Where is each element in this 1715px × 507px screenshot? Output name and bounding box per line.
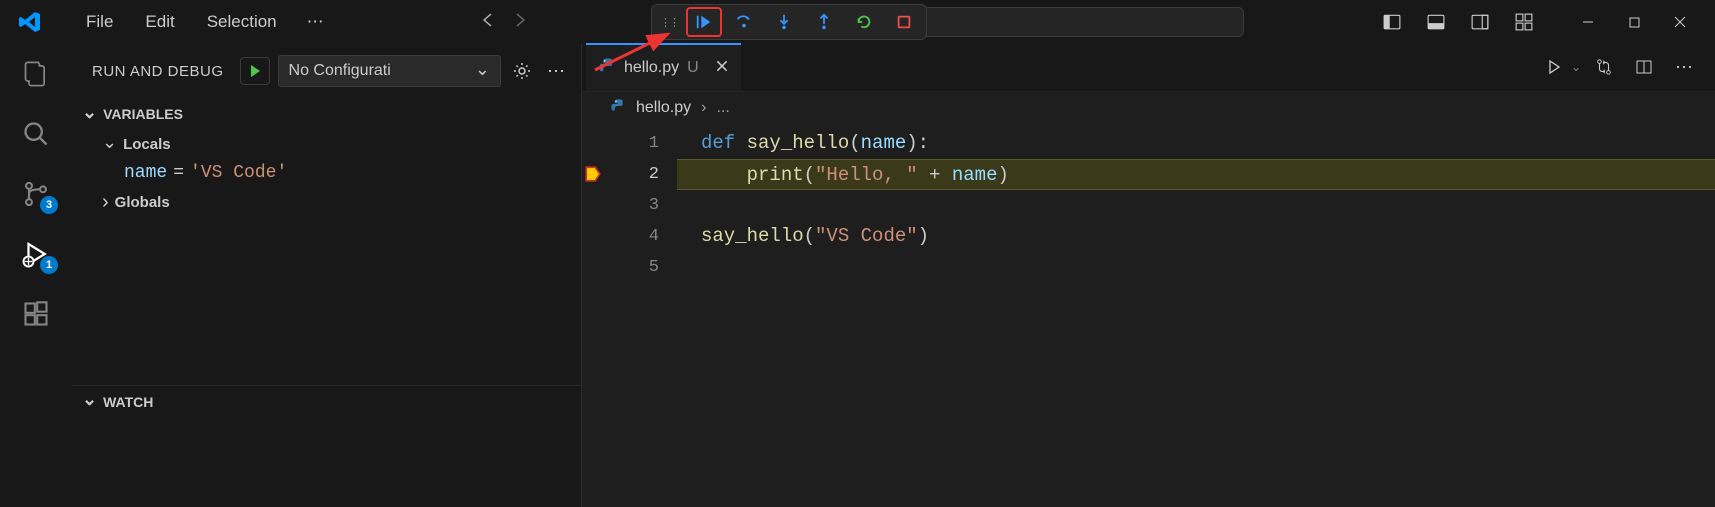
git-compare-icon[interactable] [1587,52,1621,82]
menu-bar: File Edit Selection [70,6,293,38]
var-key: name [124,163,167,183]
layout-panel-right-icon[interactable] [1461,7,1499,37]
split-editor-icon[interactable] [1627,52,1661,82]
breadcrumb-more: ... [716,99,729,117]
tab-close-icon[interactable] [715,59,729,78]
code-editor[interactable]: 1 2 3 4 5 def say_hello(name): print("He… [582,124,1715,507]
code-line [677,252,1715,283]
breadcrumb-file: hello.py [636,99,691,117]
line-number: 3 [602,190,677,221]
debug-settings-gear-icon[interactable] [509,61,535,81]
start-debugging-button[interactable] [240,57,270,85]
debug-continue-button[interactable] [686,7,722,37]
activity-extensions[interactable] [20,298,52,330]
watch-section-header[interactable]: WATCH [72,385,581,417]
watch-label: WATCH [103,394,153,410]
editor-area: hello.py U ⌄ ⋯ hello.py › ... [582,44,1715,507]
nav-history [478,10,530,35]
locals-label: Locals [123,136,171,153]
activity-search[interactable] [20,118,52,150]
code-line [677,190,1715,221]
variable-name-row[interactable]: name = 'VS Code' [72,159,581,187]
breadcrumb-separator: › [701,99,706,117]
menu-edit[interactable]: Edit [129,6,190,38]
variables-label: VARIABLES [103,106,183,122]
line-number: 1 [602,128,677,159]
debug-step-over-button[interactable] [726,7,762,37]
var-value: 'VS Code' [190,163,287,183]
var-eq: = [173,163,184,183]
code-line-current: print("Hello, " + name) [677,159,1715,190]
debug-badge: 1 [40,256,58,274]
activity-bar: 3 1 [0,44,72,507]
run-button[interactable] [1537,52,1571,82]
debug-config-label: No Configurati [289,62,391,80]
menu-file[interactable]: File [70,6,129,38]
line-number: 4 [602,221,677,252]
debug-step-into-button[interactable] [766,7,802,37]
current-execution-icon [584,165,602,183]
debug-step-out-button[interactable] [806,7,842,37]
tab-bar: hello.py U ⌄ ⋯ [582,44,1715,92]
editor-more-actions[interactable]: ⋯ [1667,52,1701,82]
run-debug-sidebar: RUN AND DEBUG No Configurati ⋯ VARIABLES… [72,44,582,507]
chevron-down-icon [102,134,117,155]
line-numbers: 1 2 3 4 5 [602,128,677,507]
activity-source-control[interactable]: 3 [20,178,52,210]
line-number: 5 [602,252,677,283]
code-line: say_hello("VS Code") [677,221,1715,252]
python-file-icon [598,57,616,80]
menu-more[interactable]: ⋯ [293,6,338,38]
sidebar-header: RUN AND DEBUG No Configurati ⋯ [72,44,581,98]
layout-panel-bottom-icon[interactable] [1417,7,1455,37]
sidebar-title: RUN AND DEBUG [92,63,224,80]
scm-badge: 3 [40,196,58,214]
variables-globals-group[interactable]: Globals [72,187,581,218]
chevron-down-icon [475,61,490,82]
code-line: def say_hello(name): [677,128,1715,159]
title-bar-right [1373,4,1703,40]
line-number: 2 [602,159,677,190]
code-content[interactable]: def say_hello(name): print("Hello, " + n… [677,128,1715,507]
window-maximize[interactable] [1611,4,1657,40]
globals-label: Globals [115,194,170,211]
drag-handle-icon[interactable]: ⋮⋮ [656,16,682,29]
variables-locals-group[interactable]: Locals [72,130,581,159]
window-close[interactable] [1657,4,1703,40]
chevron-down-icon [82,391,97,412]
chevron-down-icon[interactable]: ⌄ [1571,60,1581,74]
window-minimize[interactable] [1565,4,1611,40]
layout-panel-left-icon[interactable] [1373,7,1411,37]
vscode-logo-icon [18,10,42,34]
chevron-down-icon [82,104,97,125]
variables-section-header[interactable]: VARIABLES [72,98,581,130]
nav-forward-icon[interactable] [510,10,530,35]
activity-run-debug[interactable]: 1 [20,238,52,270]
nav-back-icon[interactable] [478,10,498,35]
debug-stop-button[interactable] [886,7,922,37]
tab-filename: hello.py [624,59,679,77]
chevron-right-icon [102,191,109,214]
python-file-icon [610,98,626,119]
layout-customize-icon[interactable] [1505,7,1543,37]
editor-tab-actions: ⌄ ⋯ [1537,43,1715,91]
activity-explorer[interactable] [20,58,52,90]
editor-tab-hello-py[interactable]: hello.py U [586,43,741,91]
sidebar-more-actions[interactable]: ⋯ [543,61,569,82]
debug-config-select[interactable]: No Configurati [278,55,501,87]
debug-toolbar[interactable]: ⋮⋮ [651,4,927,40]
breadcrumb[interactable]: hello.py › ... [582,92,1715,124]
menu-selection[interactable]: Selection [191,6,293,38]
debug-restart-button[interactable] [846,7,882,37]
tab-modified-indicator: U [687,59,699,77]
glyph-margin [582,128,602,507]
